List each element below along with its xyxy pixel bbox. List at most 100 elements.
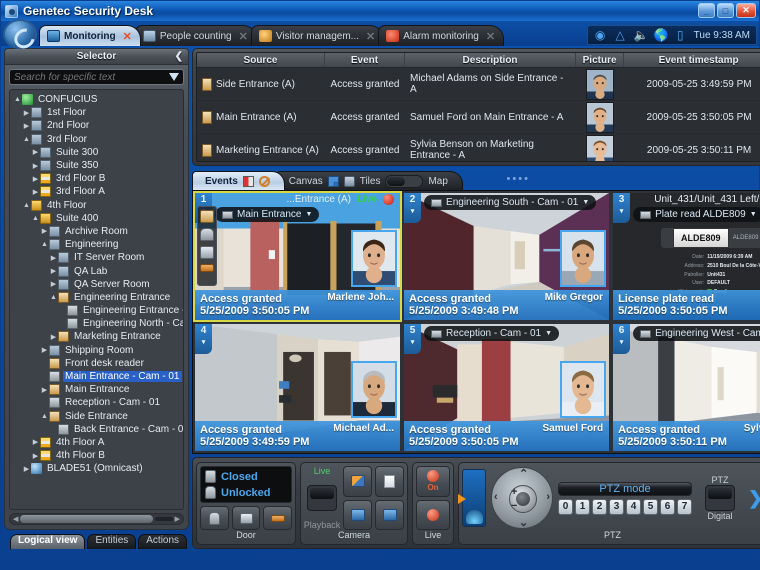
live-on-button[interactable]: On bbox=[416, 466, 450, 497]
search-box[interactable] bbox=[9, 69, 184, 85]
tree-item[interactable]: Reception - Cam - 01 bbox=[10, 396, 183, 409]
chevron-down-icon[interactable]: ▼ bbox=[545, 330, 552, 337]
report-button[interactable] bbox=[375, 466, 404, 497]
camera-selector[interactable]: Reception - Cam - 01 ▼ bbox=[424, 326, 560, 341]
tile-number[interactable]: 3 ▾ bbox=[613, 193, 631, 223]
expand-arrow-icon[interactable]: ▶ bbox=[31, 188, 40, 196]
expand-arrow-icon[interactable]: ▶ bbox=[40, 227, 49, 235]
ptz-digital-toggle[interactable]: PTZ Digital bbox=[697, 475, 743, 521]
export-button[interactable] bbox=[375, 499, 404, 530]
table-row[interactable]: Main Entrance (A) Access granted Samuel Fo… bbox=[197, 101, 760, 134]
preset-button[interactable]: 6 bbox=[660, 498, 675, 515]
tree-item[interactable]: ▲ CONFUCIUS bbox=[10, 93, 183, 106]
tab-alarm-monitoring[interactable]: Alarm monitoring ✕ bbox=[378, 25, 505, 46]
filter-funnel-icon[interactable] bbox=[169, 73, 179, 81]
tree-item[interactable]: Engineering North - Cam - bbox=[10, 317, 183, 330]
center-button[interactable] bbox=[516, 492, 530, 506]
next-page-icon[interactable]: ❯ bbox=[748, 488, 760, 509]
bar-chart-icon[interactable] bbox=[242, 175, 254, 187]
tile-menu-caret-icon[interactable]: ▾ bbox=[620, 338, 624, 346]
maximize-button[interactable]: □ bbox=[717, 3, 734, 18]
pan-right-icon[interactable]: › bbox=[546, 491, 550, 503]
column-picture[interactable]: Picture bbox=[576, 53, 625, 67]
zoom-handle[interactable] bbox=[458, 494, 466, 504]
record-button[interactable] bbox=[416, 499, 450, 530]
tab-close-icon[interactable]: ✕ bbox=[239, 30, 248, 43]
tree-item[interactable]: ▶ 1st Floor bbox=[10, 106, 183, 119]
expand-arrow-icon[interactable]: ▶ bbox=[49, 280, 58, 288]
pan-up-icon[interactable]: ⌃ bbox=[519, 467, 528, 480]
speaker-icon[interactable]: 🔈 bbox=[634, 28, 649, 42]
chevron-down-icon[interactable]: ▼ bbox=[305, 211, 312, 218]
tree-item[interactable]: ▶ 4th Floor A bbox=[10, 436, 183, 449]
tree-item[interactable]: ▶ 4th Floor B bbox=[10, 449, 183, 462]
expand-arrow-icon[interactable]: ▲ bbox=[22, 136, 31, 143]
expand-arrow-icon[interactable]: ▶ bbox=[22, 465, 31, 473]
expand-arrow-icon[interactable]: ▲ bbox=[31, 215, 40, 222]
preset-button[interactable]: 1 bbox=[575, 498, 590, 515]
snapshot-button[interactable] bbox=[343, 466, 372, 497]
tree-item[interactable]: ▶ QA Server Room bbox=[10, 278, 183, 291]
grid-layout-icon[interactable] bbox=[327, 175, 339, 187]
tree-item[interactable]: ▶ Archive Room bbox=[10, 225, 183, 238]
expand-arrow-icon[interactable]: ▶ bbox=[49, 254, 58, 262]
preset-button[interactable]: 2 bbox=[592, 498, 607, 515]
tab-close-icon[interactable]: ✕ bbox=[366, 30, 375, 43]
table-row[interactable]: Side Entrance (A) Access granted Michael A… bbox=[197, 68, 760, 101]
column-description[interactable]: Description bbox=[405, 53, 577, 67]
chevron-down-icon[interactable]: ▼ bbox=[582, 199, 589, 206]
zoom-slider[interactable] bbox=[458, 469, 486, 527]
tree-item[interactable]: ▶ QA Lab bbox=[10, 264, 183, 277]
ptz-mode-display[interactable]: PTZ mode bbox=[558, 481, 692, 496]
expand-arrow-icon[interactable]: ▶ bbox=[31, 438, 40, 446]
tree-item[interactable]: ▲ Side Entrance bbox=[10, 410, 183, 423]
tab-events[interactable]: Events bbox=[192, 171, 285, 190]
column-timestamp[interactable]: Event timestamp bbox=[624, 53, 760, 67]
override-schedule-button[interactable] bbox=[231, 506, 261, 530]
device-icon[interactable]: ▯ bbox=[674, 28, 687, 42]
tree-item[interactable]: ▶ IT Server Room bbox=[10, 251, 183, 264]
tab-logical-view[interactable]: Logical view bbox=[10, 534, 86, 549]
video-tile[interactable]: 6▾Engineering West - Cam - 01▼Access gra… bbox=[611, 322, 760, 453]
preset-button[interactable]: 0 bbox=[558, 498, 573, 515]
tab-monitoring[interactable]: Monitoring ✕ bbox=[39, 25, 141, 46]
screen-button[interactable] bbox=[343, 499, 372, 530]
tab-canvas[interactable]: Canvas Tiles Map bbox=[275, 171, 463, 190]
tree-item[interactable]: ▶ 2nd Floor bbox=[10, 119, 183, 132]
expand-arrow-icon[interactable]: ▶ bbox=[49, 267, 58, 275]
live-playback-toggle[interactable]: Live Playback bbox=[304, 466, 341, 530]
preset-button[interactable]: 4 bbox=[626, 498, 641, 515]
expand-arrow-icon[interactable]: ▶ bbox=[31, 175, 40, 183]
expand-arrow-icon[interactable]: ▲ bbox=[22, 202, 31, 209]
chevron-down-icon[interactable]: ▼ bbox=[750, 211, 757, 218]
tree-item[interactable]: ▲ Engineering Entrance bbox=[10, 291, 183, 304]
preset-button[interactable]: 7 bbox=[677, 498, 692, 515]
tree-item[interactable]: ▶ Shipping Room bbox=[10, 344, 183, 357]
expand-arrow-icon[interactable]: ▶ bbox=[31, 452, 40, 460]
tree-item[interactable]: ▲ Suite 400 bbox=[10, 212, 183, 225]
scroll-left-icon[interactable]: ◀ bbox=[13, 515, 18, 523]
credential-icon[interactable] bbox=[200, 246, 214, 259]
shunt-reader-button[interactable] bbox=[263, 506, 293, 530]
preset-button[interactable]: 3 bbox=[609, 498, 624, 515]
tab-visitor-management[interactable]: Visitor managem... ✕ bbox=[250, 25, 385, 46]
door-icon[interactable] bbox=[200, 210, 214, 223]
tree-item[interactable]: ▲ 4th Floor bbox=[10, 199, 183, 212]
expand-arrow-icon[interactable]: ▲ bbox=[40, 241, 49, 248]
preset-button[interactable]: 5 bbox=[643, 498, 658, 515]
tree-item[interactable]: ▶ BLADE51 (Omnicast) bbox=[10, 462, 183, 475]
expand-arrow-icon[interactable]: ▶ bbox=[22, 109, 31, 117]
tree-item[interactable]: Engineering Entrance - Cam bbox=[10, 304, 183, 317]
mode-toggle[interactable] bbox=[307, 485, 337, 511]
collapse-icon[interactable]: ❮ bbox=[175, 51, 183, 62]
pan-down-icon[interactable]: ⌄ bbox=[519, 516, 528, 529]
event-table[interactable]: Source Event Description Picture Event t… bbox=[196, 52, 760, 162]
column-source[interactable]: Source bbox=[197, 53, 325, 67]
expand-arrow-icon[interactable]: ▶ bbox=[40, 386, 49, 394]
tile-menu-caret-icon[interactable]: ▾ bbox=[411, 207, 415, 215]
shunt-icon[interactable] bbox=[200, 264, 214, 272]
tile-menu-caret-icon[interactable]: ▾ bbox=[620, 207, 624, 215]
camera-selector[interactable]: Engineering South - Cam - 01 ▼ bbox=[424, 195, 597, 210]
camera-selector[interactable]: Main Entrance ▼ bbox=[215, 207, 320, 222]
tree-item[interactable]: Front desk reader bbox=[10, 357, 183, 370]
